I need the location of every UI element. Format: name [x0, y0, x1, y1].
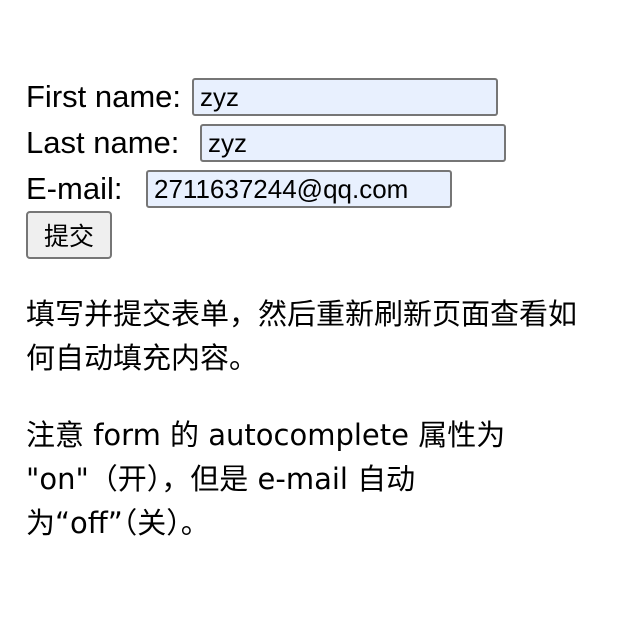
email-input[interactable] — [146, 170, 452, 208]
instruction-text: 填写并提交表单，然后重新刷新页面查看如何自动填充内容。 — [26, 297, 578, 375]
last-name-input[interactable] — [200, 124, 506, 162]
email-row: E-mail: — [26, 166, 606, 212]
email-label: E-mail: — [26, 171, 123, 206]
last-name-label: Last name: — [26, 125, 180, 160]
submit-button[interactable]: 提交 — [26, 211, 112, 259]
first-name-label: First name: — [26, 79, 182, 114]
autocomplete-note: 注意 form 的 autocomplete 属性为 "on"（开），但是 e-… — [26, 418, 506, 540]
last-name-row: Last name: — [26, 120, 606, 166]
first-name-row: First name: — [26, 74, 606, 120]
first-name-input[interactable] — [192, 78, 498, 116]
user-form: First name: Last name: E-mail: — [26, 74, 606, 212]
